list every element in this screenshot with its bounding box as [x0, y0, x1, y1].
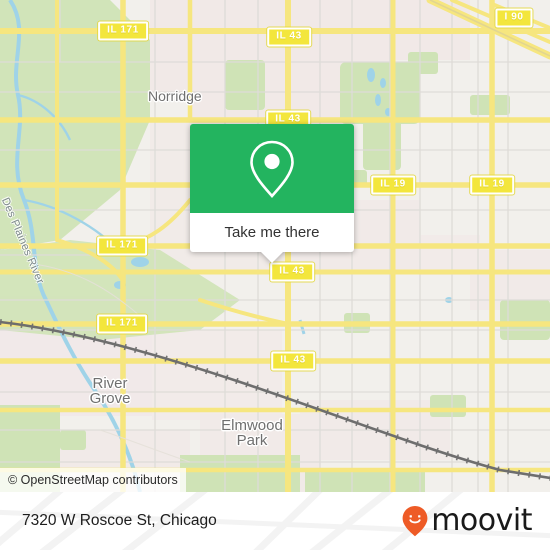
location-popup-card[interactable]: Take me there: [190, 124, 354, 263]
osm-attribution[interactable]: © OpenStreetMap contributors: [0, 468, 186, 492]
route-shield-il-43-d[interactable]: IL 43: [271, 351, 315, 371]
popup-cta-area[interactable]: Take me there: [190, 213, 354, 263]
address-text: 7320 W Roscoe St, Chicago: [22, 512, 217, 529]
moovit-wordmark: moovit: [431, 503, 532, 538]
popup-tail-arrow: [261, 252, 283, 263]
attribution-text: © OpenStreetMap contributors: [8, 473, 178, 487]
route-shield-il-171-a[interactable]: IL 171: [98, 21, 148, 41]
moovit-logo[interactable]: moovit: [402, 505, 532, 537]
map-screenshot: Norridge River Grove Elmwood Park Des Pl…: [0, 0, 550, 550]
popup-icon-area: [190, 124, 354, 213]
route-shield-il-43-a[interactable]: IL 43: [267, 27, 311, 47]
route-shield-il-19-a[interactable]: IL 19: [371, 175, 415, 195]
route-shield-il-19-b[interactable]: IL 19: [470, 175, 514, 195]
footer-bar: 7320 W Roscoe St, Chicago moovit: [0, 492, 550, 550]
map-pin-icon: [246, 137, 298, 201]
map-canvas[interactable]: Norridge River Grove Elmwood Park Des Pl…: [0, 0, 550, 492]
route-shield-il-171-c[interactable]: IL 171: [97, 314, 147, 334]
route-shield-i-90[interactable]: I 90: [495, 8, 533, 28]
route-shield-il-43-c[interactable]: IL 43: [270, 262, 314, 282]
take-me-there-button[interactable]: Take me there: [224, 224, 319, 241]
route-shield-il-171-b[interactable]: IL 171: [97, 236, 147, 256]
moovit-smiley-pin-icon: [402, 505, 428, 537]
